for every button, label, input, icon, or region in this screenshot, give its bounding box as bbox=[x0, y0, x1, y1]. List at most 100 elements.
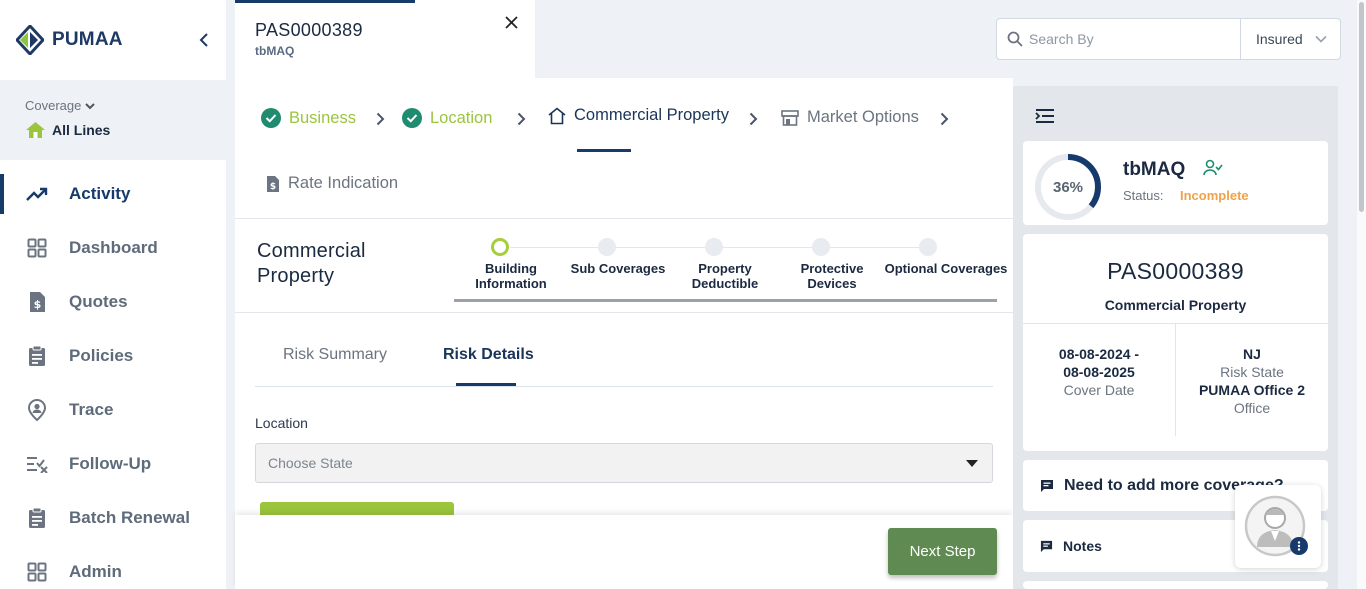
pumaa-logo-icon bbox=[16, 25, 44, 55]
substep-line: Information bbox=[475, 276, 547, 291]
policy-tab[interactable]: PAS0000389 tbMAQ bbox=[235, 0, 535, 78]
nav-label: Policies bbox=[69, 346, 134, 365]
page-scrollbar[interactable] bbox=[1357, 0, 1366, 589]
checklist-icon bbox=[26, 453, 48, 475]
add-location-button[interactable] bbox=[260, 502, 454, 516]
divider bbox=[235, 312, 1013, 313]
search-input[interactable] bbox=[1029, 31, 1229, 47]
nav-label: Trace bbox=[69, 400, 114, 419]
policy-number: PAS0000389 bbox=[1107, 258, 1244, 284]
house-icon bbox=[26, 122, 45, 138]
state-select-placeholder: Choose State bbox=[268, 455, 353, 471]
nav-item-quotes[interactable]: $ Quotes bbox=[0, 275, 226, 329]
substep-label-optional-coverages[interactable]: Optional Coverages bbox=[881, 261, 1011, 276]
cover-date-start: 08-08-2024 - bbox=[1058, 346, 1140, 362]
step-label: Rate Indication bbox=[288, 174, 399, 192]
office-label: Office bbox=[1233, 400, 1271, 416]
step-business[interactable]: Business bbox=[261, 108, 356, 128]
step-active-underline bbox=[577, 149, 631, 152]
substep-label-property-deductible[interactable]: Property Deductible bbox=[674, 261, 776, 291]
location-pin-icon bbox=[26, 398, 48, 422]
chevron-right-icon bbox=[376, 112, 385, 126]
user-check-icon[interactable] bbox=[1203, 159, 1223, 177]
search-icon bbox=[1007, 31, 1023, 47]
scrollbar-thumb[interactable] bbox=[1359, 2, 1364, 212]
chevron-down-icon bbox=[85, 102, 96, 109]
tab-risk-summary[interactable]: Risk Summary bbox=[283, 346, 387, 364]
search-filter-value: Insured bbox=[1256, 31, 1303, 47]
nav-label: Dashboard bbox=[69, 238, 158, 257]
substep-dot-optional-coverages[interactable] bbox=[919, 238, 937, 256]
dashboard-grid-icon bbox=[26, 237, 48, 259]
footer-bar: Next Step bbox=[235, 515, 1013, 589]
cover-date-end: 08-08-2025 bbox=[1063, 364, 1135, 380]
chevron-right-icon bbox=[517, 112, 526, 126]
status-value: Incomplete bbox=[1180, 188, 1249, 203]
nav-label: Activity bbox=[69, 184, 131, 203]
sidebar-collapse-button[interactable] bbox=[194, 30, 214, 50]
check-circle-icon bbox=[402, 108, 422, 128]
coverage-dropdown[interactable]: Coverage bbox=[25, 98, 226, 113]
nav-item-follow-up[interactable]: Follow-Up bbox=[0, 437, 226, 491]
brand-logo[interactable]: PUMAA bbox=[0, 0, 226, 80]
substep-label-building-information[interactable]: Building Information bbox=[460, 261, 562, 291]
main-panel: Business Location Commercial Property Ma… bbox=[235, 78, 1013, 589]
substep-line: Property bbox=[698, 261, 752, 276]
main-nav: Activity Dashboard $ Quotes Policies Tra… bbox=[0, 167, 226, 589]
nav-item-dashboard[interactable]: Dashboard bbox=[0, 221, 226, 275]
trending-up-icon bbox=[26, 183, 48, 205]
substep-label-sub-coverages[interactable]: Sub Coverages bbox=[567, 261, 669, 276]
brand-name: PUMAA bbox=[52, 29, 123, 50]
coverage-selector[interactable]: Coverage All Lines bbox=[0, 80, 226, 160]
cover-date-block: 08-08-2024 - 08-08-2025 Cover Date bbox=[1023, 345, 1175, 399]
caret-down-icon bbox=[966, 460, 978, 467]
nav-item-trace[interactable]: Trace bbox=[0, 383, 226, 437]
substep-line: Deductible bbox=[691, 276, 759, 291]
chevron-right-icon bbox=[749, 112, 758, 126]
search-bar: Insured bbox=[996, 18, 1341, 60]
location-label: Location bbox=[255, 415, 308, 431]
substep-dot-sub-coverages[interactable] bbox=[598, 238, 616, 256]
nav-item-batch-renewal[interactable]: Batch Renewal bbox=[0, 491, 226, 545]
step-commercial-property[interactable]: Commercial Property bbox=[548, 106, 729, 125]
next-step-button[interactable]: Next Step bbox=[888, 528, 997, 575]
risk-state-block: NJ Risk State PUMAA Office 2 Office bbox=[1176, 345, 1328, 417]
status-label: Status: bbox=[1123, 188, 1164, 203]
substep-scrollbar[interactable] bbox=[454, 299, 997, 302]
panel-toggle-icon[interactable] bbox=[1035, 108, 1055, 124]
nav-item-activity[interactable]: Activity bbox=[0, 167, 226, 221]
next-card-peek bbox=[1023, 581, 1328, 589]
substep-dot-property-deductible[interactable] bbox=[705, 238, 723, 256]
nav-item-policies[interactable]: Policies bbox=[0, 329, 226, 383]
step-label: Commercial Property bbox=[574, 106, 729, 124]
dollar-doc-icon: $ bbox=[26, 291, 48, 313]
substep-dot-protective-devices[interactable] bbox=[812, 238, 830, 256]
policy-card: PAS0000389 Commercial Property 08-08-202… bbox=[1023, 234, 1328, 451]
state-select[interactable]: Choose State bbox=[255, 443, 993, 483]
search-filter-select[interactable]: Insured bbox=[1241, 19, 1341, 59]
step-location[interactable]: Location bbox=[402, 108, 492, 128]
chevron-left-icon bbox=[199, 33, 208, 47]
nav-label: Quotes bbox=[69, 292, 128, 311]
step-label: Business bbox=[289, 108, 356, 127]
substep-line: Optional Coverages bbox=[884, 261, 1008, 276]
svg-text:$: $ bbox=[34, 298, 42, 311]
nav-item-admin[interactable]: Admin bbox=[0, 545, 226, 589]
cover-date-label: Cover Date bbox=[1063, 382, 1135, 398]
step-market-options[interactable]: Market Options bbox=[781, 108, 919, 127]
risk-state-label: Risk State bbox=[1220, 364, 1284, 380]
clipboard-icon bbox=[26, 507, 48, 529]
check-circle-icon bbox=[261, 108, 281, 128]
step-rate-indication[interactable]: $ Rate Indication bbox=[266, 174, 398, 193]
substep-dot-building-information[interactable] bbox=[491, 238, 509, 256]
completion-percent: 36% bbox=[1052, 178, 1084, 196]
substep-line: Devices bbox=[807, 276, 857, 291]
tab-risk-details[interactable]: Risk Details bbox=[443, 346, 534, 364]
store-icon bbox=[781, 109, 799, 126]
substep-line: Sub Coverages bbox=[570, 261, 666, 276]
home-outline-icon bbox=[548, 106, 566, 124]
close-tab-button[interactable] bbox=[501, 12, 521, 32]
substep-label-protective-devices[interactable]: Protective Devices bbox=[781, 261, 883, 291]
support-avatar-widget[interactable] bbox=[1235, 485, 1321, 568]
comment-icon bbox=[1040, 540, 1053, 552]
